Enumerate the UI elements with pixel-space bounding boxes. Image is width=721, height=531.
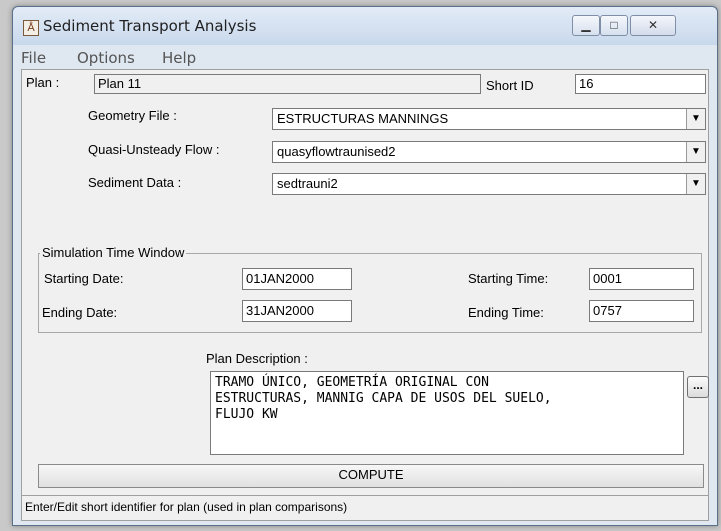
menu-options[interactable]: Options [77,47,135,69]
minimize-button[interactable]: ▁ [572,15,600,36]
plan-name-field[interactable]: Plan 11 [94,74,481,94]
status-bar: Enter/Edit short identifier for plan (us… [22,495,708,517]
geometry-file-label: Geometry File : [88,108,177,123]
ending-date-label: Ending Date: [42,305,118,320]
short-id-input[interactable]: 16 [575,74,706,94]
menu-bar: File Options Help [13,47,717,69]
quasi-unsteady-flow-select[interactable]: quasyflowtraunised2 ▼ [272,141,706,163]
sediment-data-select[interactable]: sedtrauni2 ▼ [272,173,706,195]
chevron-down-icon[interactable]: ▼ [686,142,705,162]
menu-help[interactable]: Help [162,47,196,69]
simulation-time-window-title: Simulation Time Window [40,245,187,260]
quasi-unsteady-flow-label: Quasi-Unsteady Flow : [88,142,220,157]
dialog-client-area: Plan : Plan 11 Short ID 16 Geometry File… [21,69,709,521]
geometry-file-select[interactable]: ESTRUCTURAS MANNINGS ▼ [272,108,706,130]
geometry-file-value: ESTRUCTURAS MANNINGS [277,111,449,126]
sediment-data-value: sedtrauni2 [277,176,338,191]
chevron-down-icon[interactable]: ▼ [686,174,705,194]
maximize-button[interactable]: □ [600,15,628,36]
menu-file[interactable]: File [21,47,46,69]
starting-date-input[interactable]: 01JAN2000 [242,268,352,290]
window-title: Sediment Transport Analysis [43,17,257,35]
close-button[interactable]: ✕ [630,15,676,36]
plan-description-textarea[interactable]: TRAMO ÚNICO, GEOMETRÍA ORIGINAL CON ESTR… [210,371,684,455]
app-icon: Å [23,20,39,36]
ending-date-input[interactable]: 31JAN2000 [242,300,352,322]
starting-time-input[interactable]: 0001 [589,268,694,290]
ellipsis-button[interactable]: ... [687,376,709,398]
title-bar[interactable]: Å Sediment Transport Analysis ▁ □ ✕ [13,7,717,45]
sediment-data-label: Sediment Data : [88,175,182,190]
plan-description-label: Plan Description : [206,351,308,366]
plan-label: Plan : [26,75,60,90]
compute-button[interactable]: COMPUTE [38,464,704,488]
starting-time-label: Starting Time: [468,271,549,286]
ending-time-input[interactable]: 0757 [589,300,694,322]
ending-time-label: Ending Time: [468,305,544,320]
starting-date-label: Starting Date: [44,271,124,286]
sediment-transport-window: Å Sediment Transport Analysis ▁ □ ✕ File… [12,6,718,526]
quasi-unsteady-flow-value: quasyflowtraunised2 [277,144,396,159]
chevron-down-icon[interactable]: ▼ [686,109,705,129]
short-id-label: Short ID [486,78,534,93]
